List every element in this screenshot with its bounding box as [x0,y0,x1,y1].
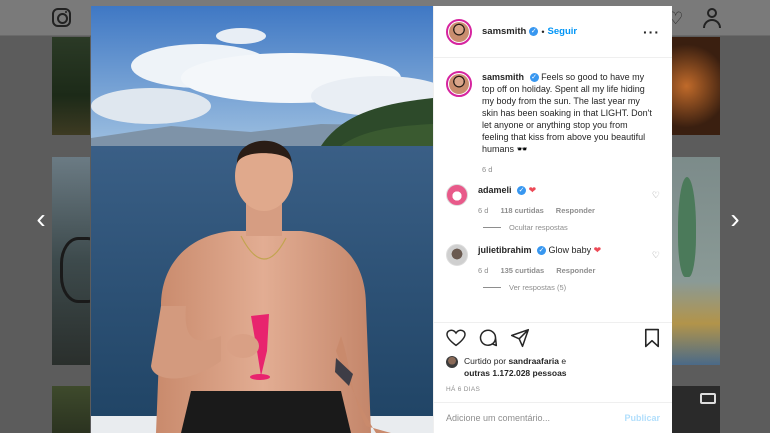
comment-timestamp[interactable]: 6 d [478,205,488,217]
replies-toggle-label: Ocultar respostas [509,223,568,232]
separator-dot: • [541,26,545,37]
caption-timestamp[interactable]: 6 d [482,165,660,174]
comment-input[interactable] [446,413,625,423]
author-username[interactable]: samsmith [482,26,526,37]
comment-timestamp[interactable]: 6 d [478,265,488,277]
post-age[interactable]: HÁ 6 DIAS [446,386,660,393]
caption: samsmith ✓ Feels so good to have my top … [446,71,660,155]
commenter-username[interactable]: julietibrahim [478,245,532,255]
feed-thumbnail [52,157,90,365]
feed-thumbnail [672,157,720,365]
comment-like-heart-icon[interactable]: ♡ [652,244,660,277]
comment-likes[interactable]: 118 curtidas [500,205,543,217]
post-details-panel: samsmith ✓ • Seguir ··· samsmith ✓ Feels… [433,6,672,433]
bookmark-icon[interactable] [644,328,660,353]
feed-thumbnail [52,386,90,433]
verified-badge-icon: ✓ [529,73,539,83]
chevron-left-icon[interactable]: ‹ [31,205,51,233]
hide-replies-button[interactable]: Ocultar respostas [483,223,660,232]
feed-thumbnail [672,37,720,135]
chevron-right-icon[interactable]: › [725,205,745,233]
caption-username[interactable]: samsmith [482,72,524,82]
follow-button[interactable]: Seguir [548,26,578,37]
verified-badge-icon: ✓ [529,27,539,36]
heart-icon[interactable] [446,328,466,352]
author-avatar[interactable] [446,18,472,45]
liker-avatar[interactable] [446,356,458,368]
comment-item: julietibrahim ✓ Glow baby ❤ 6 d 135 curt… [446,244,660,277]
comments-list[interactable]: samsmith ✓ Feels so good to have my top … [434,59,672,322]
view-replies-button[interactable]: Ver respostas (5) [483,283,660,292]
comment-item: adameli ✓ ❤ 6 d 118 curtidas Responder ♡ [446,184,660,217]
feed-thumbnail [52,37,90,135]
red-heart-emoji: ❤ [593,245,602,255]
comment-likes[interactable]: 135 curtidas [500,265,544,277]
comment-text: Glow baby [548,245,592,255]
verified-badge-icon: ✓ [537,246,547,256]
post-actions: Curtido por sandraafaria e outras 1.172.… [434,322,672,393]
liked-by-and: e [561,356,567,366]
post-image [91,6,433,433]
profile-icon [703,8,721,28]
commenter-username[interactable]: adameli [478,185,512,195]
comment-icon[interactable] [478,328,498,353]
more-icon[interactable]: ··· [643,25,660,39]
comment-like-heart-icon[interactable]: ♡ [652,184,660,217]
commenter-avatar[interactable] [446,184,468,206]
caption-text: Feels so good to have my top off on holi… [482,72,652,154]
instagram-icon [52,8,71,27]
liked-by: Curtido por sandraafaria e outras 1.172.… [446,355,660,379]
author-avatar[interactable] [446,71,472,97]
publish-button[interactable]: Publicar [624,413,660,423]
post-photo [91,6,433,433]
liked-by-others[interactable]: outras 1.172.028 pessoas [464,368,567,378]
post-header: samsmith ✓ • Seguir ··· [434,6,672,58]
verified-badge-icon: ✓ [517,186,527,196]
liked-by-prefix: Curtido por [464,356,507,366]
replies-toggle-label: Ver respostas (5) [509,283,567,292]
reply-button[interactable]: Responder [556,265,595,277]
post-modal: samsmith ✓ • Seguir ··· samsmith ✓ Feels… [91,6,672,433]
comment-text: ❤ [528,185,537,195]
send-icon[interactable] [510,328,530,353]
add-comment-bar: Publicar [434,402,672,433]
reply-button[interactable]: Responder [556,205,595,217]
liked-by-user[interactable]: sandraafaria [508,356,559,366]
video-camera-icon [700,393,716,404]
commenter-avatar[interactable] [446,244,468,266]
